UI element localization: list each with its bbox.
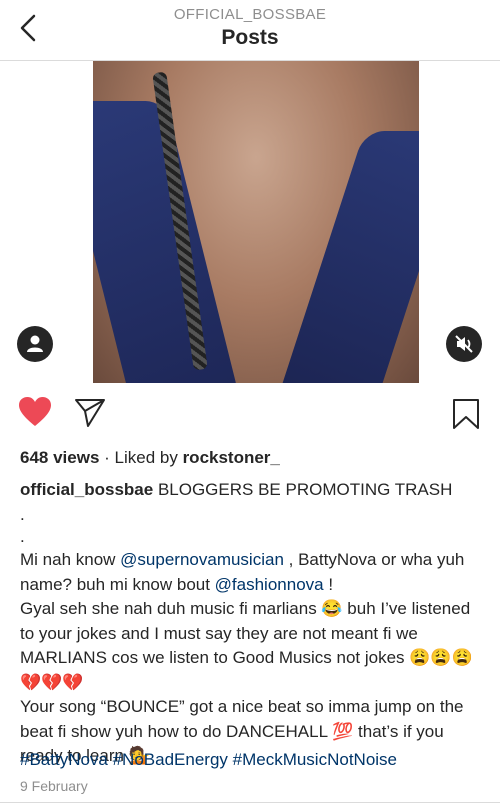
top-bar: OFFICIAL_BOSSBAE Posts [0, 0, 500, 61]
like-button[interactable] [18, 396, 52, 433]
share-button[interactable] [74, 398, 106, 433]
user-tag-icon [27, 335, 43, 352]
caption-part-1: Mi nah know [20, 550, 121, 569]
caption-part-3: ! Gyal seh she nah duh music fi marlians… [20, 574, 473, 766]
heart-filled-icon [19, 397, 51, 426]
send-icon [75, 399, 105, 427]
tagged-users-button[interactable] [17, 326, 53, 362]
video-frame [93, 61, 419, 383]
liked-by-user[interactable]: rockstoner_ [183, 448, 280, 467]
bookmark-icon [453, 399, 479, 429]
caption-text: BLOGGERS BE PROMOTING TRASH [153, 480, 453, 499]
speaker-muted-icon [455, 335, 473, 353]
caption-dots: . . [20, 505, 25, 546]
caption-body: Mi nah know @supernovamusician , BattyNo… [20, 548, 488, 769]
caption-line: official_bossbae BLOGGERS BE PROMOTING T… [20, 478, 485, 502]
mention-link[interactable]: @supernovamusician [120, 550, 284, 569]
liked-by-prefix: · Liked by [99, 448, 183, 467]
views-count[interactable]: 648 views [20, 448, 99, 467]
hashtags[interactable]: #BattyNova #NoBadEnergy #MeckMusicNotNoi… [20, 750, 397, 770]
page-title: Posts [221, 26, 279, 49]
save-button[interactable] [452, 398, 480, 435]
mute-button[interactable] [446, 326, 482, 362]
post-video[interactable] [0, 61, 500, 383]
views-line: 648 views · Liked by rockstoner_ [20, 448, 280, 468]
divider [0, 802, 500, 803]
post-date: 9 February [20, 778, 88, 794]
header-username[interactable]: OFFICIAL_BOSSBAE [0, 6, 500, 23]
action-bar [0, 396, 500, 434]
mention-link[interactable]: @fashionnova [215, 575, 324, 594]
caption-username[interactable]: official_bossbae [20, 480, 153, 499]
